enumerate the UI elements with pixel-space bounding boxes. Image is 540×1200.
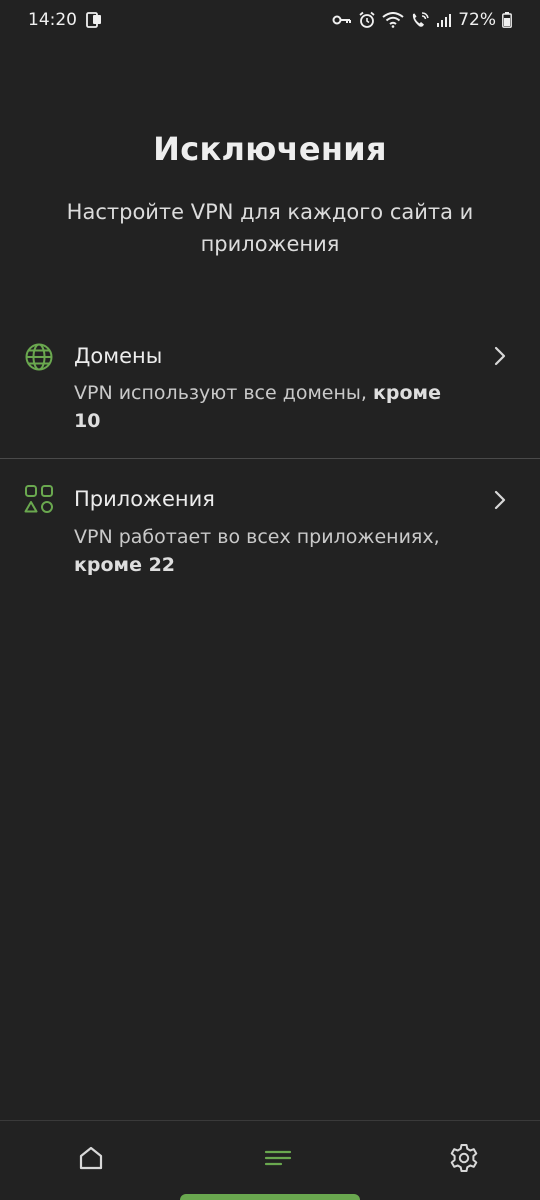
apps-grid-icon <box>24 484 54 514</box>
domains-title: Домены <box>74 344 163 368</box>
apps-title: Приложения <box>74 487 215 511</box>
domains-description: VPN используют все домены, кроме 10 <box>74 379 474 435</box>
exclusions-screen: 14:20 72% Исключения Настройте VPN для к… <box>0 0 540 1200</box>
list-divider <box>0 458 540 459</box>
apps-desc-text: VPN работает во всех приложениях, <box>74 526 440 548</box>
vpn-key-icon <box>332 13 352 27</box>
status-bar: 14:20 72% <box>0 0 540 40</box>
alarm-icon <box>358 11 376 29</box>
home-icon <box>77 1144 105 1176</box>
status-left: 14:20 <box>28 10 103 30</box>
bottom-nav <box>0 1121 540 1200</box>
apps-desc-count: кроме 22 <box>74 554 176 576</box>
domains-desc-text: VPN используют все домены, <box>74 382 373 404</box>
list-icon <box>264 1144 292 1176</box>
home-gesture-bar[interactable] <box>180 1194 360 1200</box>
list-item-apps[interactable]: Приложения VPN работает во всех приложен… <box>0 460 540 600</box>
wifi-calling-icon <box>410 11 430 29</box>
notification-icon <box>85 11 103 29</box>
nav-home-button[interactable] <box>75 1144 107 1176</box>
battery-percent: 72% <box>458 10 496 30</box>
apps-description: VPN работает во всех приложениях, кроме … <box>74 523 474 579</box>
nav-settings-button[interactable] <box>448 1142 480 1178</box>
chevron-right-icon <box>492 345 508 367</box>
nav-exclusions-button[interactable] <box>262 1144 294 1176</box>
wifi-icon <box>382 12 404 28</box>
list-item-domains[interactable]: Домены VPN используют все домены, кроме … <box>0 330 540 458</box>
status-time: 14:20 <box>28 10 77 30</box>
signal-icon <box>436 13 452 27</box>
battery-icon <box>502 12 512 28</box>
gear-icon <box>448 1142 480 1178</box>
page-title: Исключения <box>153 130 387 168</box>
chevron-right-icon <box>492 489 508 511</box>
globe-icon <box>24 342 54 372</box>
status-right: 72% <box>332 10 512 30</box>
page-subtitle: Настройте VPN для каждого сайта и прилож… <box>66 200 474 256</box>
